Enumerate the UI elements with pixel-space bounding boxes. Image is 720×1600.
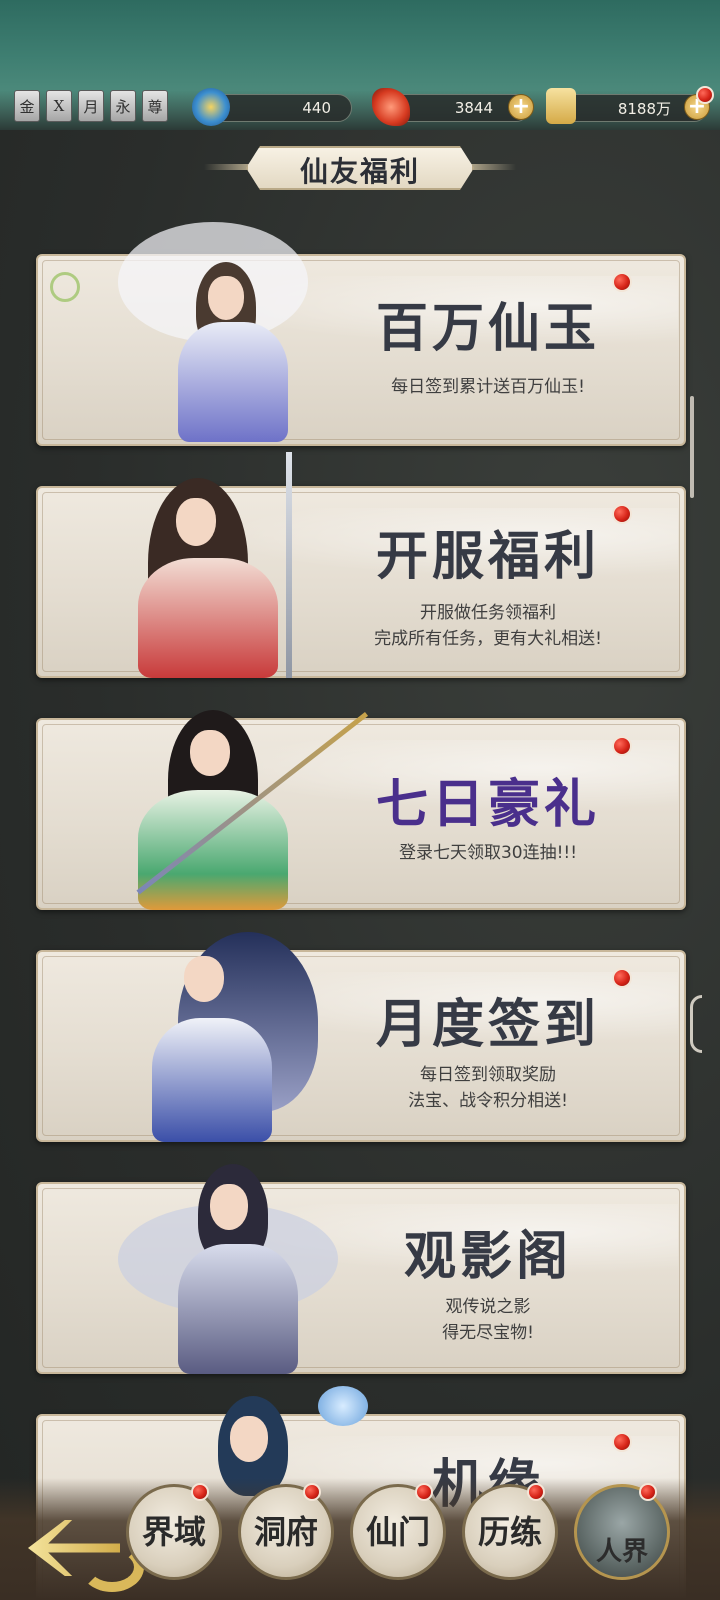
card-description-2: 完成所有任务，更有大礼相送!: [374, 629, 602, 649]
card-description: 开服做任务领福利: [420, 603, 556, 623]
card-title: 观影阁: [403, 1226, 572, 1287]
page-header: 仙友福利: [204, 144, 516, 192]
spiral-icon: [50, 272, 80, 302]
rank-badge-gold[interactable]: 金: [14, 90, 40, 122]
notification-dot: [303, 1483, 321, 1501]
nav-label: 人界: [595, 1537, 648, 1567]
nav-label: 洞府: [253, 1513, 318, 1551]
card-film-pavilion[interactable]: 观影阁 观传说之影 得无尽宝物!: [36, 1164, 686, 1374]
card-seven-day-gift[interactable]: 七日豪礼 登录七天领取30连抽!!!: [36, 710, 686, 910]
gold-notification-dot: [696, 86, 714, 104]
edge-handle[interactable]: [690, 995, 702, 1053]
notification-dot: [415, 1483, 433, 1501]
card-title: 七日豪礼: [375, 774, 600, 835]
nav-sect[interactable]: 仙门: [350, 1483, 446, 1580]
nav-realm[interactable]: 界域: [126, 1483, 222, 1580]
card-title: 开服福利: [375, 526, 600, 587]
add-jade-button[interactable]: +: [508, 94, 534, 120]
rank-badge-eternal[interactable]: 永: [110, 90, 136, 122]
card-title: 百万仙玉: [375, 298, 600, 359]
card-description: 每日签到累计送百万仙玉!: [391, 377, 585, 397]
notification-dot: [527, 1483, 545, 1501]
card-description-2: 得无尽宝物!: [442, 1323, 534, 1343]
card-description: 观传说之影: [445, 1297, 531, 1317]
rank-badges: 金 X 月 永 尊: [14, 90, 168, 122]
card-server-launch-benefits[interactable]: 开服福利 开服做任务领福利 完成所有任务，更有大礼相送!: [36, 452, 686, 678]
nav-label: 仙门: [365, 1513, 430, 1551]
notification-dot: [612, 736, 632, 756]
rank-badge-x[interactable]: X: [46, 90, 72, 122]
spirit-swirl-icon: [192, 88, 230, 126]
rank-badge-moon[interactable]: 月: [78, 90, 104, 122]
card-description: 登录七天领取30连抽!!!: [398, 843, 578, 863]
nav-label: 历练: [477, 1513, 542, 1551]
page-title: 仙友福利: [299, 155, 420, 188]
nav-cave[interactable]: 洞府: [238, 1483, 334, 1580]
notification-dot: [191, 1483, 209, 1501]
rank-badge-honor[interactable]: 尊: [142, 90, 168, 122]
notification-dot: [639, 1483, 657, 1501]
card-description-2: 法宝、战令积分相送!: [408, 1091, 568, 1111]
gold-ticket-icon: [546, 88, 576, 124]
resource-bar: 金 X 月 永 尊 440 3844 + 8188万 +: [0, 86, 720, 128]
nav-training[interactable]: 历练: [462, 1483, 558, 1580]
card-description: 每日签到领取奖励: [420, 1065, 556, 1085]
lotus-icon: [318, 1386, 368, 1426]
nav-label: 界域: [141, 1513, 206, 1551]
scrollbar-thumb[interactable]: [690, 396, 694, 498]
card-million-jade[interactable]: 百万仙玉 每日签到累计送百万仙玉!: [36, 222, 686, 446]
card-title: 月度签到: [375, 994, 600, 1055]
nav-human-realm[interactable]: 人界: [574, 1483, 670, 1580]
card-monthly-signin[interactable]: 月度签到 每日签到领取奖励 法宝、战令积分相送!: [36, 932, 686, 1142]
